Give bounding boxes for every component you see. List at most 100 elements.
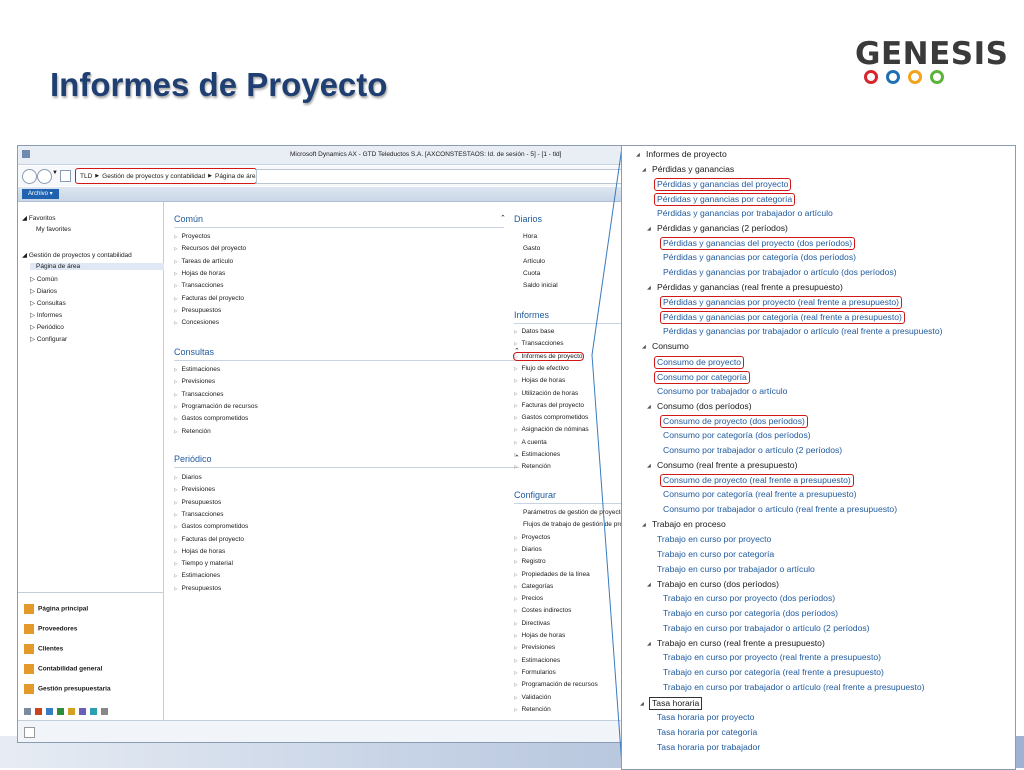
informes-link[interactable]: Gastos comprometidos: [514, 414, 588, 421]
tree-report[interactable]: Trabajo en curso por proyecto (real fren…: [663, 652, 881, 663]
nav-item-diarios[interactable]: ▷ Diarios: [30, 287, 57, 295]
module-gestion-presupuestaria[interactable]: Gestión presupuestaria: [24, 684, 111, 694]
notification-icon[interactable]: [24, 727, 35, 738]
tree-report[interactable]: Consumo por trabajador o artículo (2 per…: [663, 445, 842, 456]
configurar-link[interactable]: Retención: [514, 706, 550, 713]
configurar-link[interactable]: Estimaciones: [514, 657, 560, 664]
module-shortcut-icon[interactable]: [101, 708, 108, 715]
configurar-link[interactable]: Parámetros de gestión de proyectos y c: [523, 509, 622, 516]
informes-link[interactable]: A cuenta: [514, 439, 546, 446]
tree-folder[interactable]: Trabajo en curso (dos períodos): [647, 579, 779, 591]
tree-report[interactable]: Pérdidas y ganancias por proyecto (real …: [660, 296, 902, 309]
tree-report[interactable]: Tasa horaria por trabajador: [657, 742, 760, 753]
tree-report[interactable]: Consumo por trabajador o artículo (real …: [663, 504, 897, 515]
informes-link[interactable]: Hojas de horas: [514, 377, 565, 384]
consultas-link[interactable]: Retención: [174, 428, 210, 435]
tree-report[interactable]: Tasa horaria por proyecto: [657, 712, 754, 723]
comun-link[interactable]: Hojas de horas: [174, 270, 225, 277]
comun-link[interactable]: Tareas de artículo: [174, 258, 233, 265]
tree-report[interactable]: Consumo por trabajador o artículo: [657, 386, 787, 397]
periodico-link[interactable]: Presupuestos: [174, 499, 221, 506]
tree-folder-pyg[interactable]: Pérdidas y ganancias: [642, 164, 734, 176]
tree-folder[interactable]: Consumo (real frente a presupuesto): [647, 460, 797, 472]
tree-report[interactable]: Consumo por categoría (real frente a pre…: [663, 489, 856, 500]
configurar-link[interactable]: Hojas de horas: [514, 632, 565, 639]
window-icon[interactable]: [60, 170, 71, 182]
nav-item-pagina-de-area[interactable]: Página de área: [30, 263, 168, 270]
tree-report[interactable]: Trabajo en curso por trabajador o artícu…: [663, 682, 924, 693]
module-shortcut-icon[interactable]: [35, 708, 42, 715]
configurar-link[interactable]: Validación: [514, 694, 551, 701]
breadcrumb[interactable]: TLD ▶ Gestión de proyectos y contabilida…: [75, 168, 259, 184]
informes-link[interactable]: Flujo de efectivo: [514, 365, 568, 372]
configurar-link[interactable]: Proyectos: [514, 534, 550, 541]
periodico-link[interactable]: Presupuestos: [174, 585, 221, 592]
diarios-link[interactable]: Saldo inicial: [523, 282, 558, 289]
breadcrumb-item[interactable]: Página de área: [215, 173, 259, 180]
nav-item-comun[interactable]: ▷ Común: [30, 275, 58, 283]
module-contabilidad-general[interactable]: Contabilidad general: [24, 664, 102, 674]
tree-report[interactable]: Trabajo en curso por proyecto: [657, 534, 771, 545]
tree-report[interactable]: Pérdidas y ganancias por categoría (real…: [660, 311, 905, 324]
periodico-link[interactable]: Previsiones: [174, 486, 215, 493]
comun-link[interactable]: Recursos del proyecto: [174, 245, 246, 252]
tree-report[interactable]: Pérdidas y ganancias por trabajador o ar…: [663, 326, 942, 337]
consultas-link[interactable]: Previsiones: [174, 378, 215, 385]
breadcrumb-item[interactable]: TLD: [80, 173, 92, 180]
tree-report[interactable]: Trabajo en curso por categoría (real fre…: [663, 667, 884, 678]
tree-report[interactable]: Pérdidas y ganancias por trabajador o ar…: [663, 267, 897, 278]
comun-link[interactable]: Transacciones: [174, 282, 223, 289]
tree-report[interactable]: Trabajo en curso por categoría: [657, 549, 774, 560]
diarios-link[interactable]: Gasto: [523, 245, 540, 252]
informes-link[interactable]: Datos base: [514, 328, 554, 335]
chevron-down-icon[interactable]: ▼: [52, 170, 58, 176]
collapse-icon[interactable]: ⌃: [500, 214, 506, 222]
periodico-link[interactable]: Estimaciones: [174, 572, 220, 579]
informes-link[interactable]: Retención: [514, 463, 550, 470]
consultas-link[interactable]: Transacciones: [174, 391, 223, 398]
tree-report[interactable]: Trabajo en curso por categoría (dos perí…: [663, 608, 838, 619]
periodico-link[interactable]: Gastos comprometidos: [174, 523, 248, 530]
configurar-link[interactable]: Categorías: [514, 583, 553, 590]
module-node[interactable]: ◢ Gestión de proyectos y contabilidad: [22, 251, 132, 259]
comun-link[interactable]: Concesiones: [174, 319, 219, 326]
configurar-link[interactable]: Previsiones: [514, 644, 555, 651]
module-shortcut-icon[interactable]: [57, 708, 64, 715]
diarios-link[interactable]: Artículo: [523, 258, 545, 265]
tree-folder[interactable]: Trabajo en curso (real frente a presupue…: [647, 638, 825, 650]
configurar-link[interactable]: Costes indirectos: [514, 607, 571, 614]
module-pagina-principal[interactable]: Página principal: [24, 604, 88, 614]
tree-report[interactable]: Pérdidas y ganancias del proyecto: [654, 178, 792, 191]
tree-report[interactable]: Consumo de proyecto: [654, 356, 745, 369]
tree-root[interactable]: Informes de proyecto: [636, 149, 727, 161]
tree-report[interactable]: Consumo por categoría (dos períodos): [663, 430, 811, 441]
configurar-link[interactable]: Flujos de trabajo de gestión de proyect: [523, 521, 622, 528]
periodico-link[interactable]: Transacciones: [174, 511, 223, 518]
informes-link[interactable]: Transacciones: [514, 340, 563, 347]
configurar-link[interactable]: Formularios: [514, 669, 555, 676]
back-icon[interactable]: [22, 169, 37, 184]
tree-report[interactable]: Pérdidas y ganancias del proyecto (dos p…: [660, 237, 856, 250]
informes-link[interactable]: Informes de proyecto: [513, 351, 584, 361]
module-shortcut-icon[interactable]: [46, 708, 53, 715]
consultas-link[interactable]: Gastos comprometidos: [174, 415, 248, 422]
consultas-link[interactable]: Programación de recursos: [174, 403, 257, 410]
tree-report[interactable]: Pérdidas y ganancias por categoría: [654, 193, 796, 206]
tree-report[interactable]: Consumo de proyecto (dos períodos): [660, 415, 808, 428]
periodico-link[interactable]: Facturas del proyecto: [174, 536, 244, 543]
tree-report[interactable]: Consumo de proyecto (real frente a presu…: [660, 474, 854, 487]
informes-link[interactable]: Asignación de nóminas: [514, 426, 588, 433]
periodico-link[interactable]: Hojas de horas: [174, 548, 225, 555]
tree-folder[interactable]: Consumo (dos períodos): [647, 401, 752, 413]
comun-link[interactable]: Facturas del proyecto: [174, 295, 244, 302]
my-favorites-node[interactable]: My favorites: [36, 226, 71, 233]
comun-link[interactable]: Presupuestos: [174, 307, 221, 314]
periodico-link[interactable]: Tiempo y material: [174, 560, 232, 567]
module-shortcut-icon[interactable]: [90, 708, 97, 715]
consultas-link[interactable]: Estimaciones: [174, 366, 220, 373]
configurar-link[interactable]: Registro: [514, 558, 545, 565]
module-shortcut-icon[interactable]: [24, 708, 31, 715]
configurar-link[interactable]: Programación de recursos: [514, 681, 597, 688]
configurar-link[interactable]: Precios: [514, 595, 543, 602]
address-field[interactable]: [256, 169, 622, 184]
